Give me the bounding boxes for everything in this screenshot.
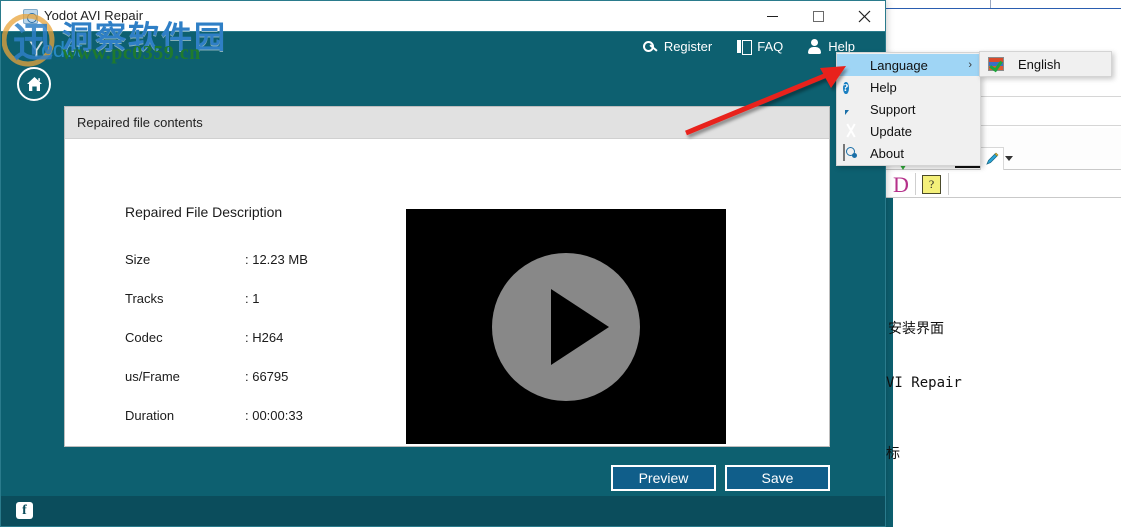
toolbar-separator <box>915 173 916 195</box>
help-icon-glyph: ? <box>843 81 849 94</box>
menu-item-language[interactable]: Language › <box>837 54 980 76</box>
app-icon <box>23 9 38 24</box>
logo-text: Y <box>29 37 42 62</box>
help-note-glyph: ? <box>928 177 935 191</box>
window-footer: f <box>1 496 885 526</box>
maximize-button[interactable] <box>795 1 841 31</box>
info-label-tracks: Tracks <box>125 291 164 306</box>
nav-register-label: Register <box>663 38 713 54</box>
nav-faq[interactable]: FAQ <box>724 34 795 58</box>
facebook-icon[interactable]: f <box>16 502 33 519</box>
nav-faq-label: FAQ <box>757 38 784 54</box>
info-value-tracks: : 1 <box>245 291 260 306</box>
background-text-line: 标 <box>886 446 900 462</box>
save-button[interactable]: Save <box>725 465 830 491</box>
language-option-english[interactable]: English <box>1018 57 1061 72</box>
top-navigation: Register FAQ Help <box>631 34 867 60</box>
about-icon <box>843 143 860 162</box>
pen-icon <box>986 152 999 165</box>
update-icon <box>843 123 860 140</box>
menu-item-update-label: Update <box>870 123 912 139</box>
pen-tool-button[interactable] <box>980 147 1004 171</box>
logo-text-rest: odot <box>41 37 82 62</box>
menu-item-about-label: About <box>870 145 904 161</box>
menu-item-language-label: Language <box>870 57 928 73</box>
panel-header: Repaired file contents <box>65 107 829 139</box>
help-icon: ? <box>843 79 860 96</box>
menu-item-about[interactable]: About <box>837 142 980 164</box>
toolbar-separator <box>948 173 949 195</box>
minimize-button[interactable] <box>749 1 795 31</box>
panel-body: Repaired File Description Size : 12.23 M… <box>65 139 829 447</box>
info-value-usframe: : 66795 <box>245 369 289 384</box>
title-bar[interactable]: Yodot AVI Repair <box>1 1 885 32</box>
info-label-usframe: us/Frame <box>125 369 180 384</box>
menu-item-support-label: Support <box>870 101 916 117</box>
info-value-duration: : 00:00:33 <box>245 408 303 423</box>
menu-item-help-label: Help <box>870 79 897 95</box>
maximize-icon <box>812 10 824 22</box>
description-title: Repaired File Description <box>125 204 283 220</box>
info-value-codec: : H264 <box>245 330 284 345</box>
home-button[interactable] <box>17 67 51 101</box>
background-text-line: 安装界面 <box>888 321 944 337</box>
yodot-avi-repair-window: Yodot AVI Repair Yodot Register FAQ Help <box>0 0 886 527</box>
window-title: Yodot AVI Repair <box>44 8 144 23</box>
menu-item-update[interactable]: Update <box>837 120 980 142</box>
background-teal-strip <box>886 198 893 527</box>
faq-icon <box>736 39 753 55</box>
home-icon <box>26 77 42 91</box>
nav-register[interactable]: Register <box>631 34 724 58</box>
flag-check-icon <box>988 57 1004 71</box>
help-note-icon[interactable]: ? <box>922 175 941 194</box>
about-icon-glyph <box>843 143 845 161</box>
support-icon <box>843 101 860 118</box>
chevron-right-icon: › <box>968 59 972 71</box>
menu-item-support[interactable]: Support <box>837 98 980 120</box>
info-label-size: Size <box>125 252 151 267</box>
chevron-down-icon[interactable] <box>1005 156 1013 161</box>
language-submenu: English <box>979 51 1112 77</box>
file-info-grid: Size : 12.23 MB Tracks : 1 Codec : H264 … <box>125 252 308 423</box>
play-button-overlay[interactable] <box>492 252 640 401</box>
yodot-logo: Yodot <box>29 37 82 63</box>
info-value-size: : 12.23 MB <box>245 252 308 267</box>
menu-item-help[interactable]: ? Help <box>837 76 980 98</box>
info-label-duration: Duration <box>125 408 175 423</box>
repaired-file-panel: Repaired file contents Repaired File Des… <box>64 106 830 447</box>
key-icon <box>642 39 658 54</box>
background-text-line: VI Repair <box>886 375 962 391</box>
play-icon <box>551 288 609 365</box>
preview-button[interactable]: Preview <box>611 465 716 491</box>
video-preview-thumbnail[interactable] <box>406 209 726 444</box>
person-icon <box>807 38 822 54</box>
letter-d-icon: D <box>893 172 909 197</box>
close-icon <box>858 10 870 22</box>
close-button[interactable] <box>841 1 887 31</box>
info-label-codec: Codec <box>125 330 163 345</box>
help-dropdown-menu: Language › ? Help Support Update About <box>836 52 981 166</box>
minimize-icon <box>766 15 778 17</box>
language-icon <box>843 57 860 74</box>
